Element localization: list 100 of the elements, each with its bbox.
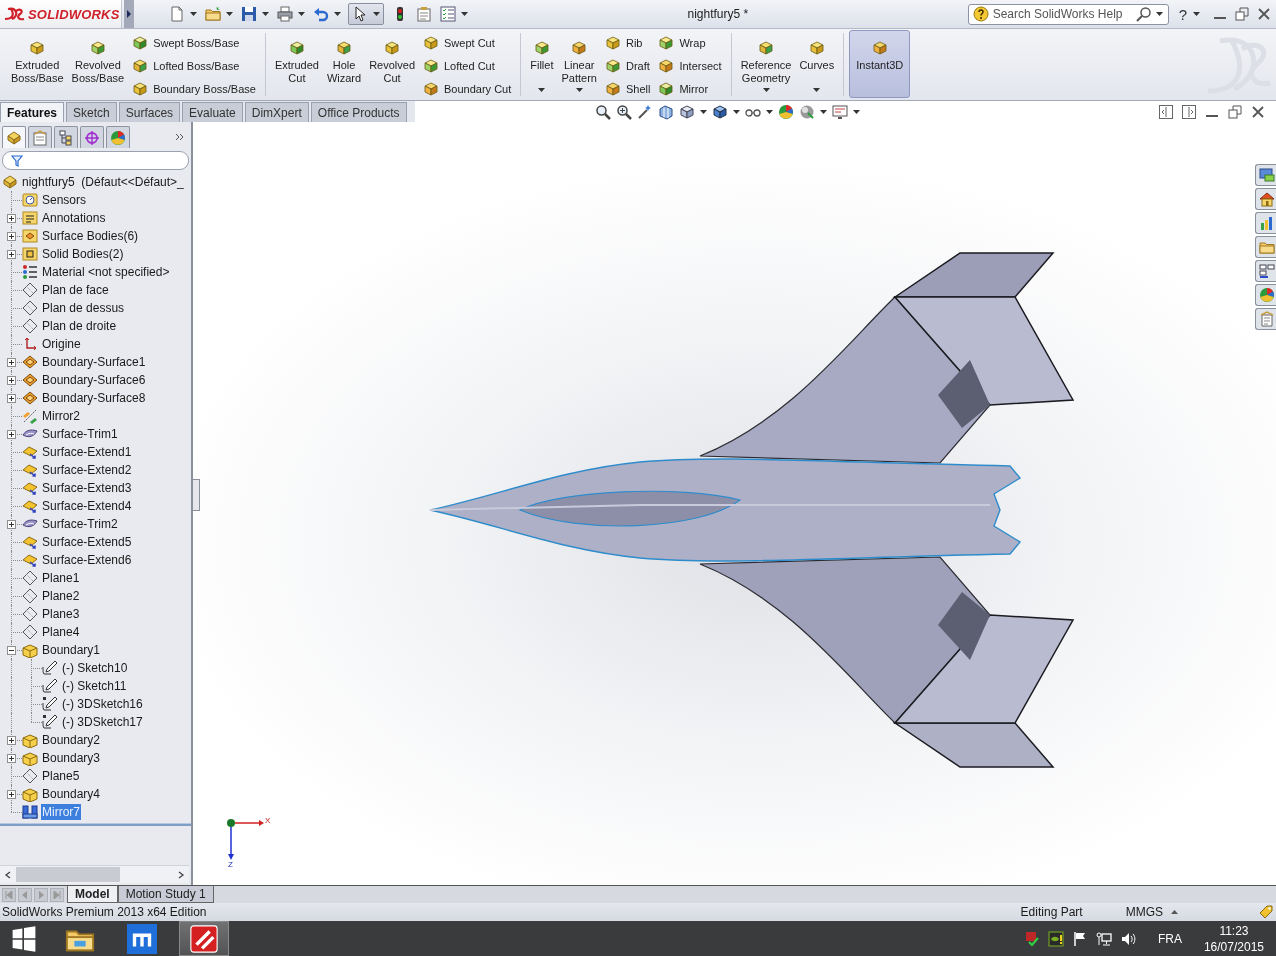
tree-item[interactable]: (-) Sketch11 <box>61 678 128 694</box>
plus-box-icon[interactable] <box>7 520 16 529</box>
split-right-icon[interactable] <box>1181 103 1197 120</box>
tree-item[interactable]: Boundary-Surface8 <box>41 390 147 406</box>
sliced-cube-icon[interactable] <box>658 103 674 120</box>
cube-icon[interactable] <box>712 103 728 120</box>
ribbon-button[interactable]: Swept Cut <box>419 31 516 54</box>
panel-tab[interactable] <box>80 126 104 148</box>
plus-box-icon[interactable] <box>7 736 16 745</box>
help-button[interactable]: ? <box>1178 5 1187 23</box>
model-tab[interactable]: Model <box>67 886 118 903</box>
tree-item[interactable]: Mirror2 <box>41 408 81 424</box>
caret-icon[interactable] <box>1155 12 1163 16</box>
clock-time[interactable]: 11:23 <box>1219 922 1249 939</box>
tree-item[interactable]: Surface-Extend1 <box>41 444 133 460</box>
caret-icon[interactable] <box>262 12 269 16</box>
tree-item[interactable]: Boundary-Surface1 <box>41 354 147 370</box>
check-badge-icon[interactable] <box>1023 930 1040 947</box>
caret-icon[interactable] <box>813 88 821 92</box>
ribbon-button[interactable]: Extruded Cut <box>270 30 323 98</box>
tree-item[interactable]: Surface-Extend2 <box>41 462 133 478</box>
caret-up-icon[interactable] <box>1171 910 1178 914</box>
tree-item[interactable]: Solid Bodies(2) <box>41 246 125 262</box>
ribbon-button[interactable]: Draft <box>600 54 655 77</box>
tree-item[interactable]: Plane1 <box>41 570 81 586</box>
flag-icon[interactable] <box>1071 930 1088 947</box>
command-tab[interactable]: Sketch <box>66 102 117 122</box>
tree-item[interactable]: Plane4 <box>41 624 81 640</box>
units-selector[interactable]: MMGS <box>1125 905 1163 919</box>
caret-icon[interactable] <box>762 88 770 92</box>
tree-item[interactable]: Annotations <box>41 210 107 226</box>
tree-item[interactable]: Plan de face <box>41 282 110 298</box>
ribbon-button[interactable]: Lofted Cut <box>419 54 516 77</box>
panel-tab[interactable] <box>106 126 130 148</box>
cube-icon[interactable] <box>679 103 695 120</box>
folder-icon[interactable] <box>205 6 221 22</box>
caret-icon[interactable] <box>820 109 827 114</box>
plus-box-icon[interactable] <box>7 754 16 763</box>
tree-item[interactable]: (-) 3DSketch16 <box>61 696 144 712</box>
panel-tab[interactable] <box>54 126 78 148</box>
task-pane-tab[interactable] <box>1255 212 1276 234</box>
magnifier-icon[interactable] <box>616 103 632 120</box>
caret-icon[interactable] <box>461 12 468 16</box>
tree-item[interactable]: Surface Bodies(6) <box>41 228 140 244</box>
windows-logo-icon[interactable] <box>11 925 37 952</box>
caret-icon[interactable] <box>226 12 233 16</box>
restore-icon[interactable] <box>1234 6 1250 22</box>
tree-item[interactable]: Plane2 <box>41 588 81 604</box>
plus-box-icon[interactable] <box>7 790 16 799</box>
close-icon[interactable] <box>1250 103 1266 120</box>
ribbon-button[interactable]: Reference Geometry <box>736 30 796 98</box>
minus-box-icon[interactable] <box>7 646 16 655</box>
command-tab[interactable]: Surfaces <box>118 102 181 122</box>
caret-icon[interactable] <box>853 109 860 114</box>
tree-item[interactable]: Origine <box>41 336 82 352</box>
command-tab[interactable]: DimXpert <box>244 102 309 122</box>
ribbon-button[interactable]: Wrap <box>654 31 726 54</box>
model-tab[interactable]: Motion Study 1 <box>117 886 214 903</box>
ribbon-button[interactable]: Instant3D <box>849 30 911 98</box>
ribbon-button[interactable]: Curves <box>795 30 839 98</box>
magnifier-icon[interactable] <box>595 103 611 120</box>
tree-item[interactable]: Surface-Trim2 <box>41 516 119 532</box>
ribbon-button[interactable]: Mirror <box>654 77 726 100</box>
ribbon-button[interactable]: Rib <box>600 31 655 54</box>
tree-item[interactable]: Boundary2 <box>41 732 102 748</box>
command-tab[interactable]: Features <box>0 102 65 122</box>
triad-icon[interactable] <box>224 816 264 860</box>
sphere-icon[interactable] <box>799 103 815 120</box>
plus-box-icon[interactable] <box>7 214 16 223</box>
tree-item[interactable]: (-) Sketch10 <box>61 660 129 676</box>
plus-box-icon[interactable] <box>7 232 16 241</box>
caret-icon[interactable] <box>190 12 197 16</box>
restore-icon[interactable] <box>1227 103 1243 120</box>
tree-item[interactable]: Boundary3 <box>41 750 102 766</box>
tree-item[interactable]: Plane5 <box>41 768 81 784</box>
plus-box-icon[interactable] <box>7 250 16 259</box>
language-indicator[interactable]: FRA <box>1157 931 1182 946</box>
page-icon[interactable] <box>169 6 185 22</box>
tree-item[interactable]: Plan de droite <box>41 318 118 334</box>
checklist-icon[interactable] <box>440 6 456 22</box>
caret-icon[interactable] <box>538 88 546 92</box>
caret-icon[interactable] <box>298 12 305 16</box>
caret-icon[interactable] <box>334 12 341 16</box>
tree-item[interactable]: Surface-Extend3 <box>41 480 133 496</box>
tree-item[interactable]: (-) 3DSketch17 <box>61 714 144 730</box>
tree-item[interactable]: nightfury5 (Défaut<<Défaut>_ <box>21 174 185 190</box>
wand-icon[interactable] <box>637 103 653 120</box>
ribbon-button[interactable]: Shell <box>600 77 655 100</box>
taskbar-button[interactable] <box>179 921 229 956</box>
task-pane-tab[interactable] <box>1255 284 1276 306</box>
ribbon-button[interactable]: Extruded Boss/Base <box>7 30 68 98</box>
tree-item[interactable]: Surface-Extend4 <box>41 498 133 514</box>
undo-arrow-icon[interactable] <box>313 6 329 22</box>
tree-item[interactable]: Sensors <box>41 192 88 208</box>
task-pane-tab[interactable] <box>1255 260 1276 282</box>
tree-item[interactable]: Surface-Extend6 <box>41 552 133 568</box>
tree-item[interactable]: Boundary1 <box>41 642 102 658</box>
caret-icon[interactable] <box>700 109 707 114</box>
plus-box-icon[interactable] <box>7 430 16 439</box>
tree-item[interactable]: Plan de dessus <box>41 300 126 316</box>
